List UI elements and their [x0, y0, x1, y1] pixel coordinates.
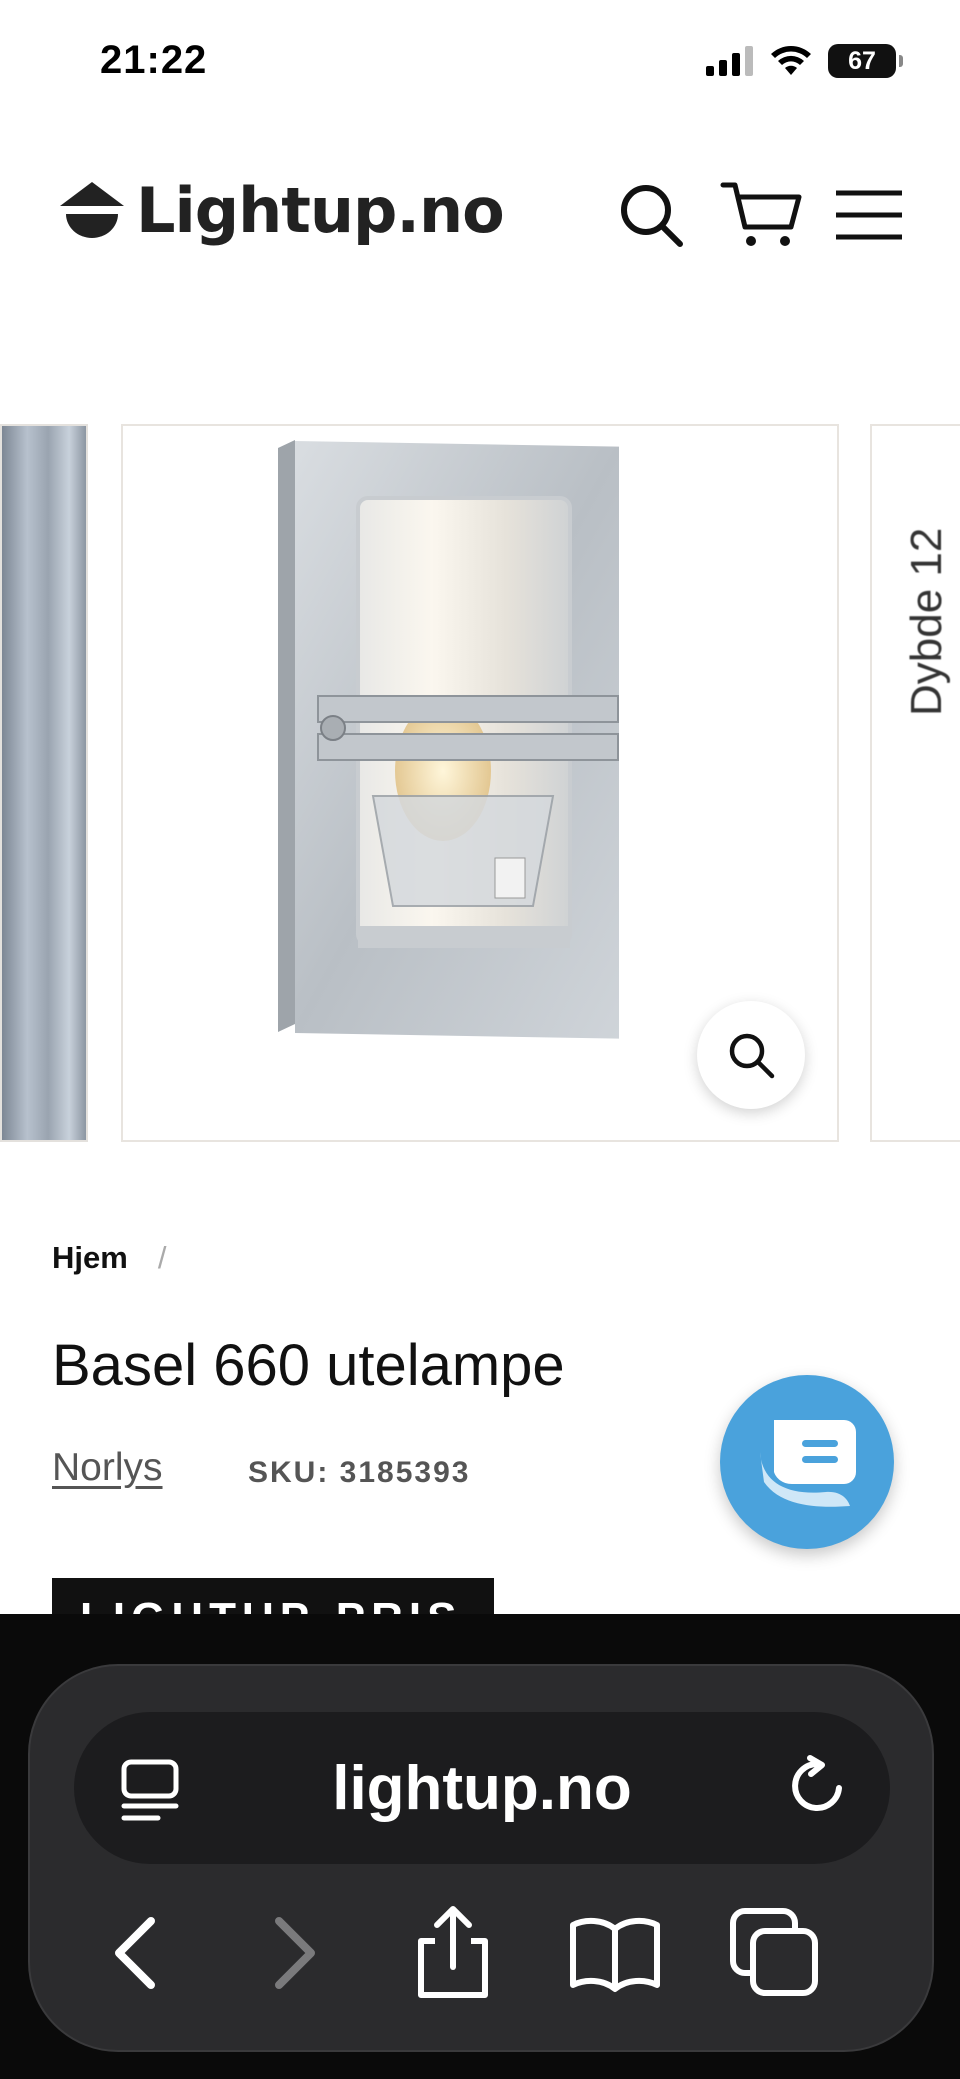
gallery-slide-previous[interactable]	[0, 424, 88, 1142]
reload-icon	[792, 1755, 842, 1811]
site-header: Lightup.no	[0, 150, 960, 280]
menu-button[interactable]	[824, 170, 914, 260]
browser-panel: lightup.no	[28, 1664, 934, 2052]
address-bar[interactable]: lightup.no	[74, 1712, 890, 1864]
back-button[interactable]	[80, 1898, 190, 2008]
share-button[interactable]	[398, 1898, 508, 2008]
product-gallery: Dybde 12	[0, 424, 960, 1142]
search-button[interactable]	[606, 170, 696, 260]
status-indicators: 67	[706, 44, 903, 78]
gallery-slide-next[interactable]: Dybde 12	[870, 424, 960, 1142]
reload-button[interactable]	[784, 1754, 850, 1825]
status-bar: 21:22 67	[0, 0, 960, 120]
share-icon	[418, 1906, 488, 1998]
breadcrumb-home-link[interactable]: Hjem	[52, 1240, 128, 1276]
search-icon	[621, 185, 683, 247]
logo-text: Lightup.no	[136, 173, 505, 247]
vendor-link[interactable]: Norlys	[52, 1446, 163, 1490]
price-badge: LIGHTUP-PRIS	[52, 1578, 494, 1614]
chat-widget-button[interactable]	[720, 1375, 894, 1549]
wifi-icon	[771, 46, 811, 75]
book-icon	[570, 1917, 660, 1992]
forward-button[interactable]	[240, 1898, 350, 2008]
breadcrumb-separator: /	[157, 1240, 167, 1275]
signal-icon	[706, 46, 753, 76]
bookmarks-button[interactable]	[560, 1898, 670, 2008]
zoom-image-button[interactable]	[697, 1001, 805, 1109]
chevron-right-icon	[275, 1917, 315, 1989]
battery-indicator: 67	[828, 44, 903, 78]
cart-icon	[720, 182, 802, 246]
product-title: Basel 660 utelampe	[52, 1333, 565, 1398]
next-slide-text: Dybde 12	[902, 527, 951, 716]
url-text: lightup.no	[332, 1753, 632, 1823]
menu-icon	[836, 190, 902, 240]
cart-button[interactable]	[716, 170, 806, 260]
chevron-left-icon	[115, 1917, 155, 1989]
chat-icon	[760, 1420, 856, 1507]
breadcrumb: Hjem /	[52, 1240, 166, 1276]
tabs-button[interactable]	[720, 1898, 830, 2008]
status-time: 21:22	[100, 38, 208, 82]
product-sku: SKU: 3185393	[248, 1456, 471, 1489]
browser-toolbar: lightup.no	[0, 1614, 960, 2079]
tabs-icon	[730, 1908, 818, 1996]
zoom-icon	[729, 1033, 775, 1079]
lamp-logo-icon	[60, 182, 124, 238]
price-badge-label: LIGHTUP-PRIS	[80, 1594, 462, 1614]
site-logo[interactable]: Lightup.no	[52, 170, 505, 250]
